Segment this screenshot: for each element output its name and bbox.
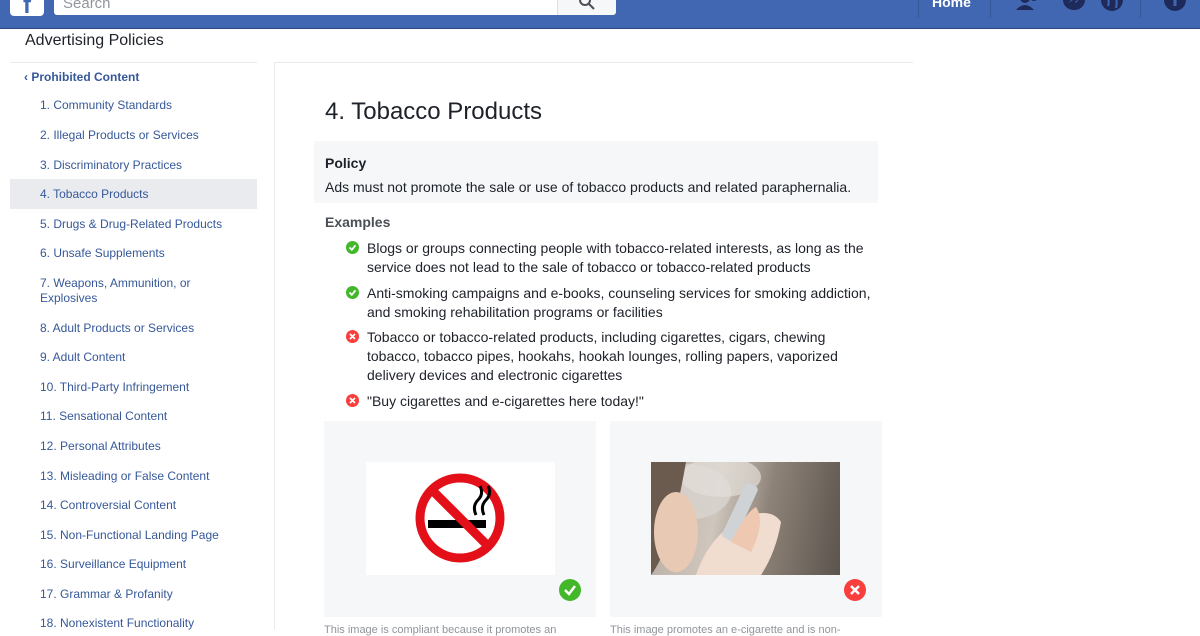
sidebar-item[interactable]: 13. Misleading or False Content bbox=[10, 469, 257, 484]
example-text-line: delivery devices and electronic cigarett… bbox=[367, 367, 623, 383]
example-text: Blogs or groups connecting people with t… bbox=[367, 239, 877, 277]
example-text-line: tobacco, tobacco pipes, hookahs, hookah … bbox=[367, 348, 838, 364]
sidebar-item-label: 5. Drugs & Drug-Related Products bbox=[40, 217, 223, 231]
noncompliant-image-card bbox=[610, 421, 882, 617]
example-text: Tobacco or tobacco-related products, inc… bbox=[367, 328, 877, 385]
no-smoking-icon bbox=[415, 473, 505, 563]
sidebar-item[interactable]: 2. Illegal Products or Services bbox=[10, 128, 257, 143]
sidebar-parent-link[interactable]: ‹ Prohibited Content bbox=[24, 70, 139, 84]
examples-heading: Examples bbox=[325, 214, 391, 230]
top-navigation-bar: f Search Home bbox=[0, 0, 1200, 29]
sidebar-item[interactable]: 14. Controversial Content bbox=[10, 498, 257, 513]
sidebar-item-label: 13. Misleading or False Content bbox=[40, 469, 210, 483]
sidebar-item[interactable]: 15. Non-Functional Landing Page bbox=[10, 528, 257, 543]
search-button[interactable] bbox=[557, 0, 616, 15]
section-title: 4. Tobacco Products bbox=[325, 98, 543, 125]
sidebar-item-label: 12. Personal Attributes bbox=[40, 439, 161, 453]
sidebar-item[interactable]: 1. Community Standards bbox=[10, 98, 257, 113]
sidebar-item-label: 17. Grammar & Profanity bbox=[40, 587, 173, 601]
sidebar-item-label: Explosives bbox=[40, 291, 98, 305]
sidebar-item[interactable]: 7. Weapons, Ammunition, or Explosives bbox=[10, 276, 257, 306]
x-icon bbox=[346, 394, 359, 407]
noncompliant-caption: This image promotes an e-cigarette and i… bbox=[610, 624, 841, 636]
sidebar-item-label: 3. Discriminatory Practices bbox=[40, 158, 183, 172]
sidebar-item-label: 2. Illegal Products or Services bbox=[40, 128, 199, 142]
prohibited-example: Tobacco or tobacco-related products, inc… bbox=[346, 328, 876, 385]
example-text-line: "Buy cigarettes and e-cigarettes here to… bbox=[367, 393, 644, 409]
sidebar-item-label: 1. Community Standards bbox=[40, 98, 173, 112]
allowed-example: Anti-smoking campaigns and e-books, coun… bbox=[346, 284, 876, 322]
sidebar-item-label: 18. Nonexistent Functionality bbox=[40, 616, 195, 630]
sidebar-item-label: 10. Third-Party Infringement bbox=[40, 380, 190, 394]
notifications-globe-icon[interactable] bbox=[1100, 0, 1124, 14]
example-text-line: Tobacco or tobacco-related products, inc… bbox=[367, 329, 826, 345]
noncompliant-x-icon bbox=[844, 579, 866, 601]
home-link[interactable]: Home bbox=[932, 0, 971, 10]
example-text-line: Blogs or groups connecting people with t… bbox=[367, 240, 864, 256]
sidebar-item-label: 6. Unsafe Supplements bbox=[40, 246, 165, 260]
sidebar-item-label: 15. Non-Functional Landing Page bbox=[40, 528, 219, 542]
sidebar-item[interactable]: 5. Drugs & Drug-Related Products bbox=[10, 217, 257, 232]
search-input[interactable]: Search bbox=[54, 0, 558, 15]
page-title: Advertising Policies bbox=[25, 32, 164, 49]
divider bbox=[10, 62, 257, 63]
sidebar-item[interactable]: 10. Third-Party Infringement bbox=[10, 380, 257, 395]
topbar-divider bbox=[1140, 0, 1141, 18]
topbar-divider bbox=[990, 0, 991, 18]
policy-text: Ads must not promote the sale or use of … bbox=[325, 179, 852, 195]
x-icon bbox=[346, 330, 359, 343]
check-icon bbox=[346, 286, 359, 299]
sidebar-item-label: 8. Adult Products or Services bbox=[40, 321, 195, 335]
sidebar-item[interactable]: 8. Adult Products or Services bbox=[10, 321, 257, 336]
vaping-photo bbox=[651, 462, 840, 575]
no-smoking-image bbox=[366, 462, 555, 575]
messenger-icon[interactable] bbox=[1062, 0, 1086, 14]
topbar-divider bbox=[918, 0, 919, 18]
compliant-check-icon bbox=[559, 579, 581, 601]
sidebar-item-label: 4. Tobacco Products bbox=[40, 187, 149, 201]
example-text-line: service does not lead to the sale of tob… bbox=[367, 259, 811, 275]
sidebar-item[interactable]: 9. Adult Content bbox=[10, 350, 257, 365]
policy-heading: Policy bbox=[325, 155, 367, 171]
example-text: "Buy cigarettes and e-cigarettes here to… bbox=[367, 392, 877, 411]
example-text-line: and smoking rehabilitation programs or f… bbox=[367, 304, 663, 320]
sidebar-item[interactable]: 18. Nonexistent Functionality bbox=[10, 616, 257, 631]
sidebar-item[interactable]: 4. Tobacco Products bbox=[10, 179, 257, 209]
sidebar-item[interactable]: 6. Unsafe Supplements bbox=[10, 246, 257, 261]
example-text: Anti-smoking campaigns and e-books, coun… bbox=[367, 284, 877, 322]
divider bbox=[274, 62, 275, 630]
sidebar-item-label: 7. Weapons, Ammunition, or bbox=[40, 276, 191, 290]
prohibited-example: "Buy cigarettes and e-cigarettes here to… bbox=[346, 392, 876, 411]
compliant-caption: This image is compliant because it promo… bbox=[324, 624, 557, 636]
sidebar-item[interactable]: 11. Sensational Content bbox=[10, 409, 257, 424]
sidebar-item[interactable]: 16. Surveillance Equipment bbox=[10, 557, 257, 572]
friend-requests-icon[interactable] bbox=[1014, 0, 1044, 14]
sidebar-item[interactable]: 3. Discriminatory Practices bbox=[10, 158, 257, 173]
divider bbox=[275, 62, 913, 63]
allowed-example: Blogs or groups connecting people with t… bbox=[346, 239, 876, 277]
sidebar-item-label: 9. Adult Content bbox=[40, 350, 126, 364]
example-text-line: Anti-smoking campaigns and e-books, coun… bbox=[367, 285, 871, 301]
sidebar-item[interactable]: 12. Personal Attributes bbox=[10, 439, 257, 454]
search-icon bbox=[579, 0, 595, 10]
sidebar-item-label: 16. Surveillance Equipment bbox=[40, 557, 187, 571]
sidebar-item-label: 11. Sensational Content bbox=[40, 409, 168, 423]
compliant-image-card bbox=[324, 421, 596, 617]
help-icon[interactable] bbox=[1162, 0, 1188, 14]
sidebar-item[interactable]: 17. Grammar & Profanity bbox=[10, 587, 257, 602]
sidebar-item-label: 14. Controversial Content bbox=[40, 498, 177, 512]
check-icon bbox=[346, 241, 359, 254]
facebook-logo-icon[interactable]: f bbox=[10, 0, 44, 19]
policy-box: Policy Ads must not promote the sale or … bbox=[314, 141, 878, 203]
